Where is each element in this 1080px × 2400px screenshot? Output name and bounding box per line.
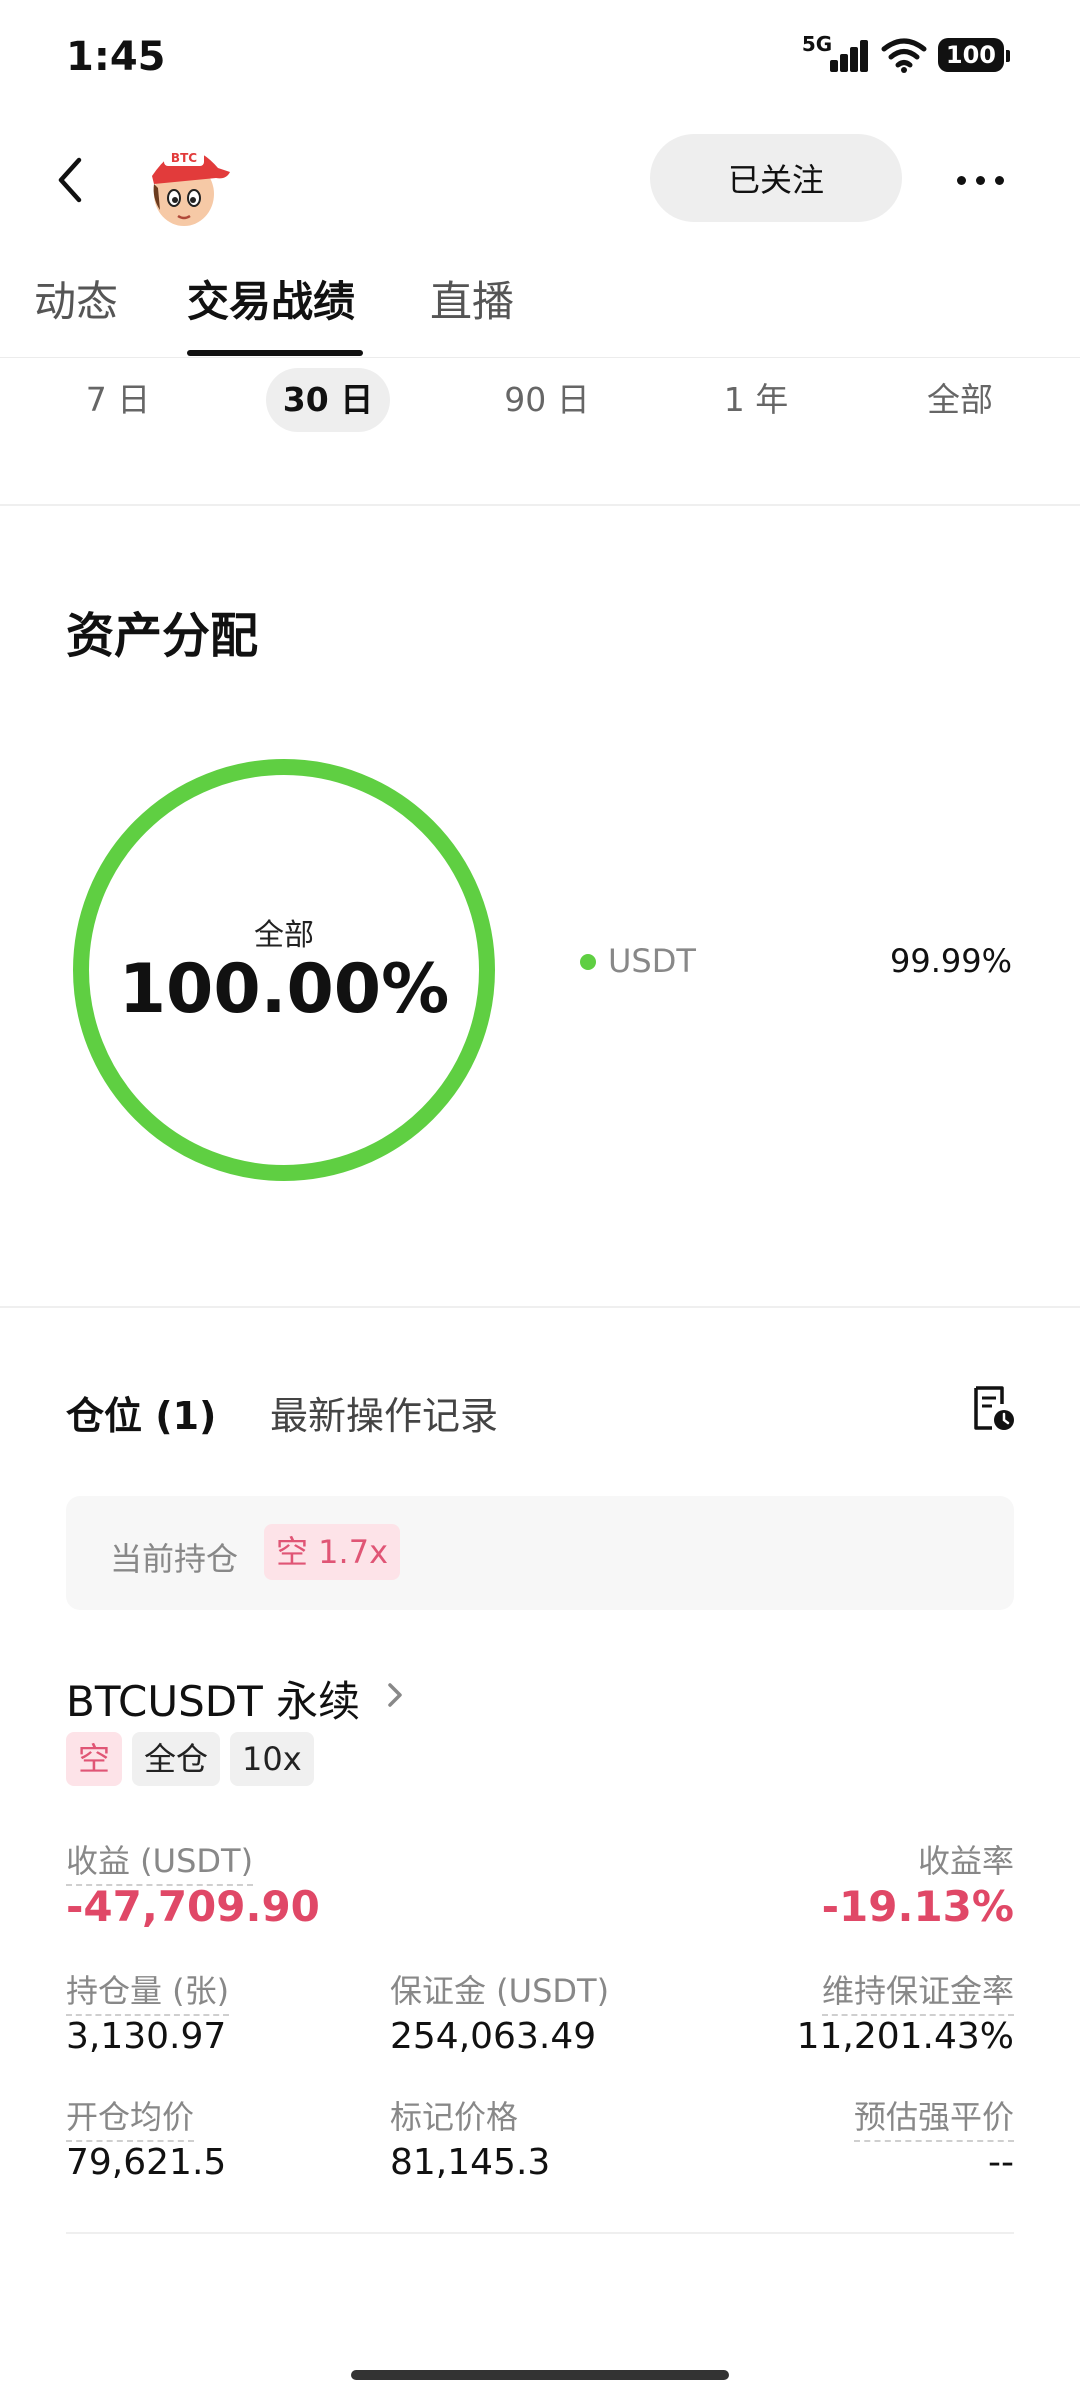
margin-mode-tag: 全仓 bbox=[132, 1732, 221, 1786]
position-card-divider bbox=[66, 2232, 1014, 2234]
more-dot-icon bbox=[994, 175, 1004, 185]
position-size-label[interactable]: 持仓量 (张) bbox=[66, 1966, 230, 2016]
avatar-text: BTC bbox=[171, 151, 197, 165]
network-type: 5G bbox=[801, 32, 833, 56]
following-button[interactable]: 已关注 bbox=[650, 134, 902, 222]
holding-direction-badge: 空 1.7x bbox=[264, 1524, 401, 1580]
profile-tabs: 动态 交易战绩 直播 bbox=[0, 258, 1080, 358]
period-30d[interactable]: 30 日 bbox=[266, 368, 390, 432]
signal-bar bbox=[829, 60, 838, 72]
legend-percent-usdt: 99.99% bbox=[889, 942, 1012, 980]
more-dot-icon bbox=[956, 175, 966, 185]
more-dot-icon bbox=[975, 175, 985, 185]
current-holding-summary: 当前持仓 空 1.7x bbox=[66, 1496, 1014, 1610]
status-icons: 5G 100 bbox=[801, 32, 1011, 76]
chevron-right-icon[interactable] bbox=[380, 1680, 410, 1710]
position-symbol[interactable]: BTCUSDT 永续 bbox=[66, 1668, 360, 1729]
tab-live[interactable]: 直播 bbox=[430, 268, 514, 349]
donut-center-value: 100.00% bbox=[118, 950, 450, 1029]
home-indicator[interactable] bbox=[351, 2370, 729, 2380]
tab-activity[interactable]: 动态 bbox=[34, 268, 118, 349]
chevron-left-icon bbox=[58, 157, 82, 203]
donut-center-label: 全部 bbox=[254, 918, 314, 953]
tab-latest-operations[interactable]: 最新操作记录 bbox=[270, 1385, 498, 1440]
battery-icon: 100 bbox=[937, 38, 1011, 72]
avatar[interactable]: BTC bbox=[134, 128, 234, 232]
entry-price-value: 79,621.5 bbox=[66, 2142, 227, 2183]
section-divider bbox=[0, 504, 1080, 506]
tab-positions[interactable]: 仓位 (1) bbox=[66, 1385, 216, 1440]
direction-tag: 空 bbox=[66, 1732, 123, 1786]
back-button[interactable] bbox=[40, 150, 100, 210]
entry-price-label[interactable]: 开仓均价 bbox=[66, 2092, 195, 2142]
period-all[interactable]: 全部 bbox=[900, 368, 1020, 432]
period-1y[interactable]: 1 年 bbox=[696, 368, 816, 432]
liquidation-price-label[interactable]: 预估强平价 bbox=[853, 2092, 1014, 2142]
active-tab-indicator bbox=[187, 350, 363, 356]
margin-label: 保证金 (USDT) bbox=[390, 1972, 610, 2010]
cellular-signal-icon: 5G bbox=[801, 32, 870, 76]
mark-price-value: 81,145.3 bbox=[390, 2142, 551, 2183]
signal-bar bbox=[839, 54, 848, 72]
order-history-icon[interactable] bbox=[970, 1384, 1018, 1432]
wifi-icon bbox=[881, 38, 927, 73]
more-options-button[interactable] bbox=[940, 150, 1020, 210]
current-holding-label: 当前持仓 bbox=[110, 1540, 239, 1578]
period-selector: 7 日 30 日 90 日 1 年 全部 bbox=[0, 360, 1080, 440]
maintenance-margin-ratio-label[interactable]: 维持保证金率 bbox=[821, 1966, 1014, 2016]
legend-dot-usdt bbox=[580, 954, 596, 970]
maintenance-margin-ratio-value: 11,201.43% bbox=[796, 2016, 1014, 2057]
pnl-label[interactable]: 收益 (USDT) bbox=[66, 1836, 254, 1886]
section-divider bbox=[0, 1306, 1080, 1308]
signal-bar bbox=[859, 40, 868, 72]
asset-allocation-title: 资产分配 bbox=[66, 608, 259, 664]
leverage-tag: 10x bbox=[230, 1732, 314, 1786]
period-7d[interactable]: 7 日 bbox=[58, 368, 178, 432]
battery-level: 100 bbox=[945, 41, 996, 69]
mark-price-label: 标记价格 bbox=[390, 2098, 519, 2136]
pnl-value: -47,709.90 bbox=[66, 1882, 320, 1931]
status-bar: 1:45 5G 100 bbox=[0, 0, 1080, 110]
status-time: 1:45 bbox=[66, 34, 166, 80]
margin-value: 254,063.49 bbox=[390, 2016, 597, 2057]
legend-name-usdt: USDT bbox=[608, 942, 696, 980]
tab-trading-record[interactable]: 交易战绩 bbox=[187, 268, 355, 349]
liquidation-price-value: -- bbox=[988, 2142, 1014, 2183]
position-size-value: 3,130.97 bbox=[66, 2016, 227, 2057]
signal-bar bbox=[849, 47, 858, 72]
roi-label: 收益率 bbox=[917, 1842, 1014, 1880]
roi-value: -19.13% bbox=[821, 1882, 1014, 1931]
profile-header: BTC 已关注 bbox=[0, 120, 1080, 240]
period-90d[interactable]: 90 日 bbox=[482, 368, 612, 432]
